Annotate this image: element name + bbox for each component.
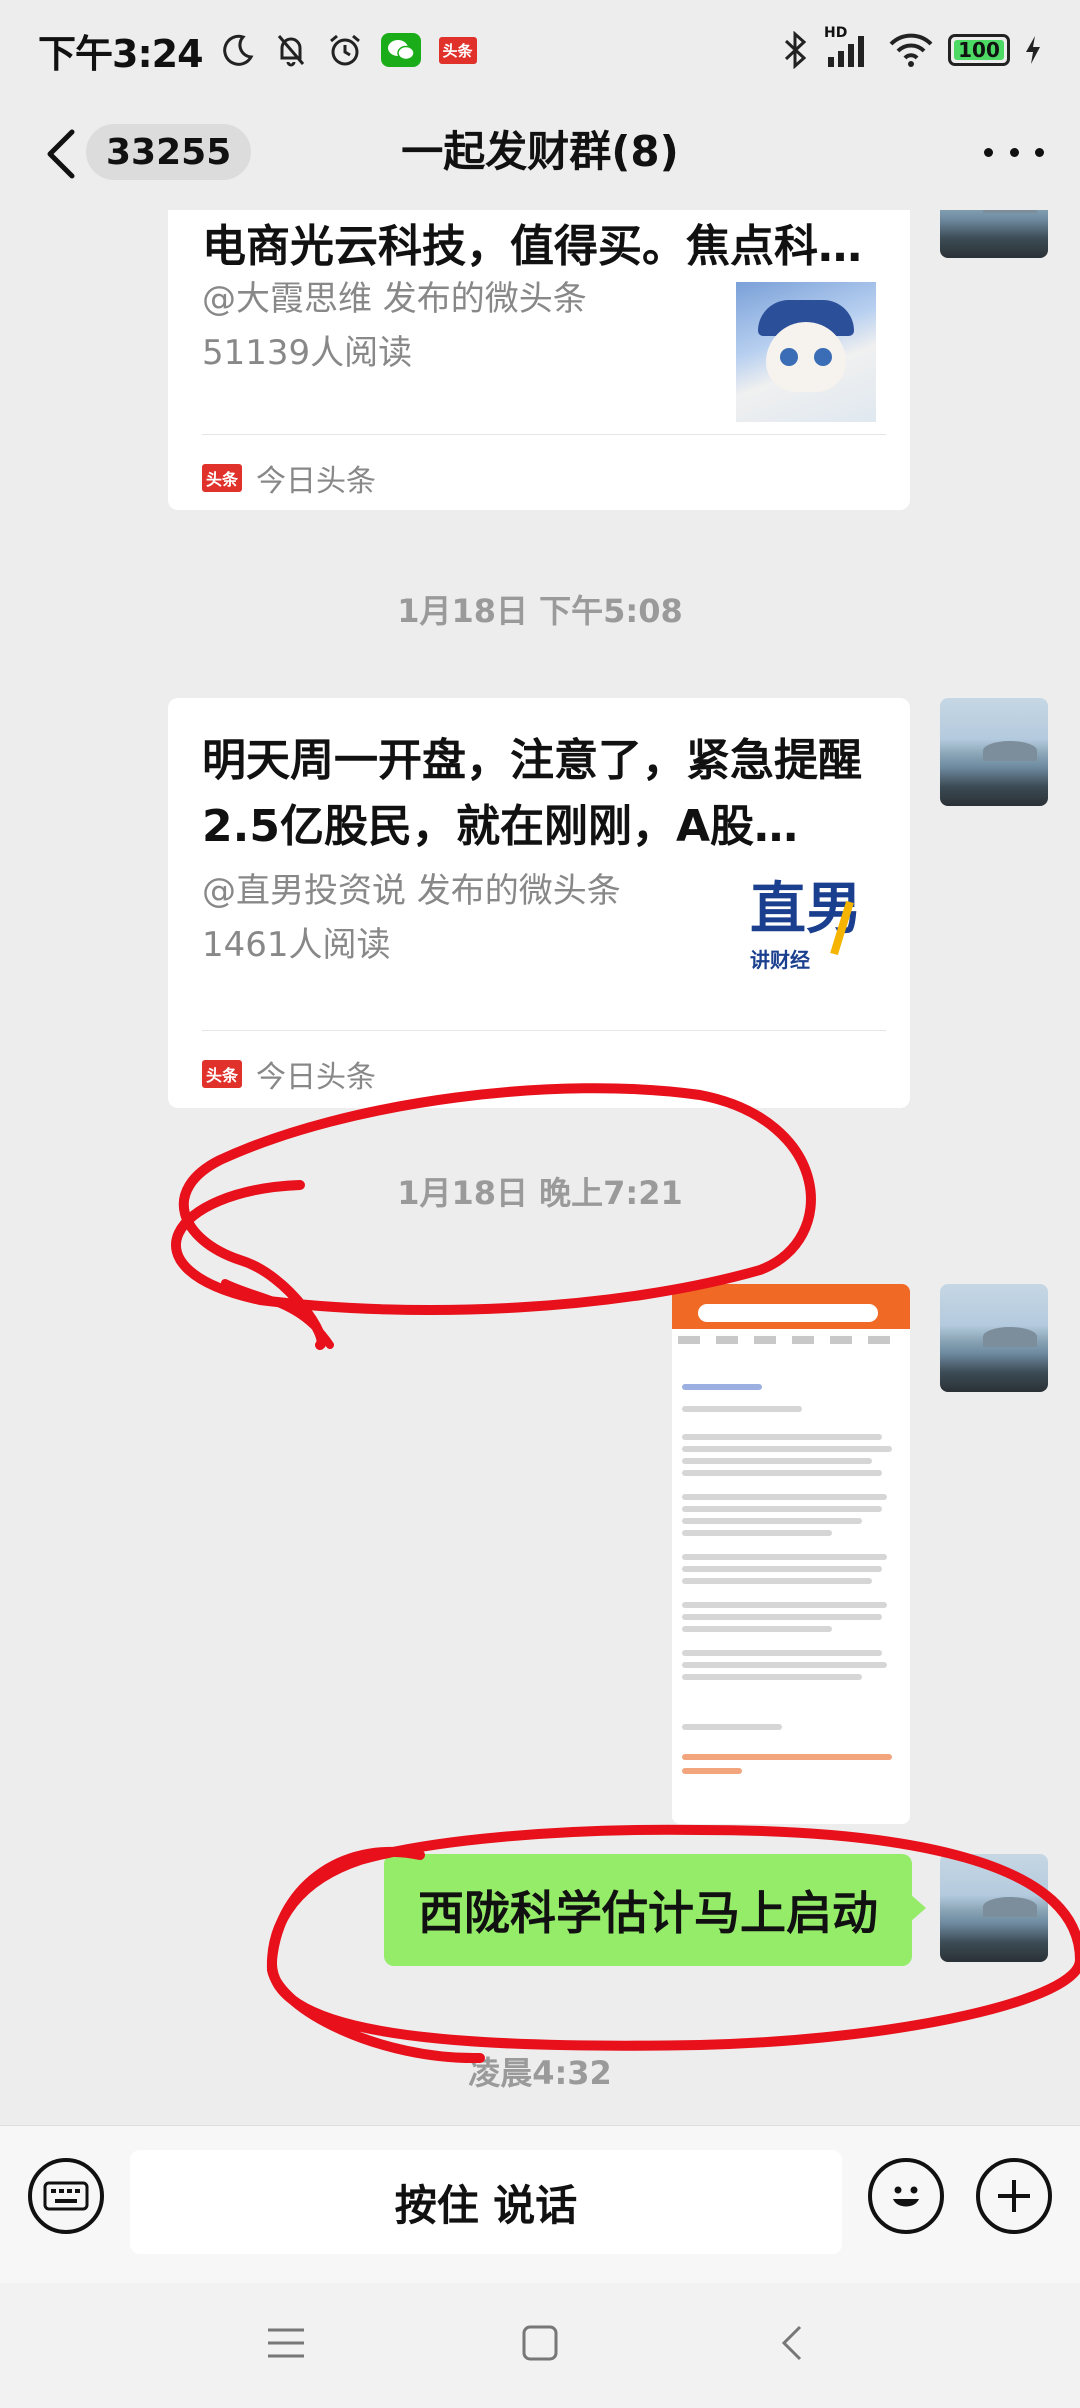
mute-bell-icon: [277, 35, 304, 67]
wechat-icon: [380, 33, 421, 67]
alarm-icon: [329, 34, 360, 66]
article-thumbnail: [736, 282, 876, 422]
charging-icon: [1026, 36, 1040, 64]
message-list[interactable]: 电商光云科技，值得买。焦点科… @大霞思维 发布的微头条 51139人阅读 头条…: [0, 210, 1080, 2125]
article-headline: 电商光云科技，值得买。焦点科…: [202, 221, 862, 272]
avatar[interactable]: [940, 210, 1048, 258]
recent-apps-icon[interactable]: [256, 2313, 316, 2373]
article-author: @直男投资说 发布的微头条: [202, 871, 621, 911]
toutiao-logo-icon: 头条: [202, 464, 243, 492]
keyboard-icon[interactable]: [28, 2158, 104, 2234]
article-source-label: 今日头条: [256, 1060, 377, 1095]
publisher-logo: 直男 讲财经: [750, 878, 870, 978]
message-timestamp: 1月18日 下午5:08: [397, 592, 683, 630]
message-timestamp: 1月18日 晚上7:21: [397, 1174, 683, 1212]
chat-header: 33255 一起发财群(8): [0, 100, 1080, 210]
bluetooth-icon: [784, 31, 807, 69]
toutiao-notification-icon: 头条: [438, 36, 477, 64]
back-nav-icon[interactable]: [762, 2313, 822, 2373]
image-message[interactable]: [672, 1284, 910, 1824]
message-timestamp: 凌晨4:32: [468, 2054, 612, 2092]
article-author: @大霞思维 发布的微头条: [202, 279, 587, 319]
shared-article-card[interactable]: 电商光云科技，值得买。焦点科… @大霞思维 发布的微头条 51139人阅读 头条…: [168, 210, 910, 510]
moon-icon: [222, 34, 253, 66]
article-reads: 1461人阅读: [202, 925, 391, 965]
article-reads: 51139人阅读: [202, 333, 413, 373]
publisher-logo-small: 讲财经: [750, 948, 810, 972]
battery-level: 100: [958, 38, 1000, 62]
cellular-signal-icon: HD: [824, 25, 874, 69]
avatar[interactable]: [940, 1284, 1048, 1392]
emoji-icon[interactable]: [868, 2158, 944, 2234]
article-source-label: 今日头条: [256, 464, 377, 499]
message-text: 西陇科学估计马上启动: [418, 1886, 878, 1940]
card-divider: [202, 434, 886, 435]
toutiao-logo-icon: 头条: [202, 1060, 243, 1088]
add-more-icon[interactable]: [976, 2158, 1052, 2234]
hold-to-talk-button[interactable]: 按住 说话: [130, 2150, 842, 2254]
home-icon[interactable]: [510, 2313, 570, 2373]
status-time: 下午3:24: [38, 31, 204, 76]
chat-input-bar: 按住 说话: [0, 2125, 1080, 2283]
shared-article-card[interactable]: 明天周一开盘，注意了，紧急提醒2.5亿股民，就在刚刚，A股… @直男投资说 发布…: [168, 698, 910, 1108]
system-navigation-bar: [0, 2283, 1080, 2408]
status-bar: 下午3:24 头条 HD 100: [0, 0, 1080, 100]
text-message-bubble[interactable]: 西陇科学估计马上启动: [384, 1854, 926, 1966]
avatar[interactable]: [940, 1854, 1048, 1962]
card-divider: [202, 1030, 886, 1031]
article-source: 头条 今日头条: [202, 1052, 376, 1096]
more-options-icon[interactable]: [984, 130, 1044, 174]
avatar[interactable]: [940, 698, 1048, 806]
article-source: 头条 今日头条: [202, 456, 376, 500]
article-headline: 明天周一开盘，注意了，紧急提醒2.5亿股民，就在刚刚，A股…: [202, 735, 862, 852]
chat-title: 一起发财群(8): [401, 127, 679, 176]
battery-icon: 100: [948, 34, 1010, 66]
wifi-icon: [889, 33, 933, 67]
